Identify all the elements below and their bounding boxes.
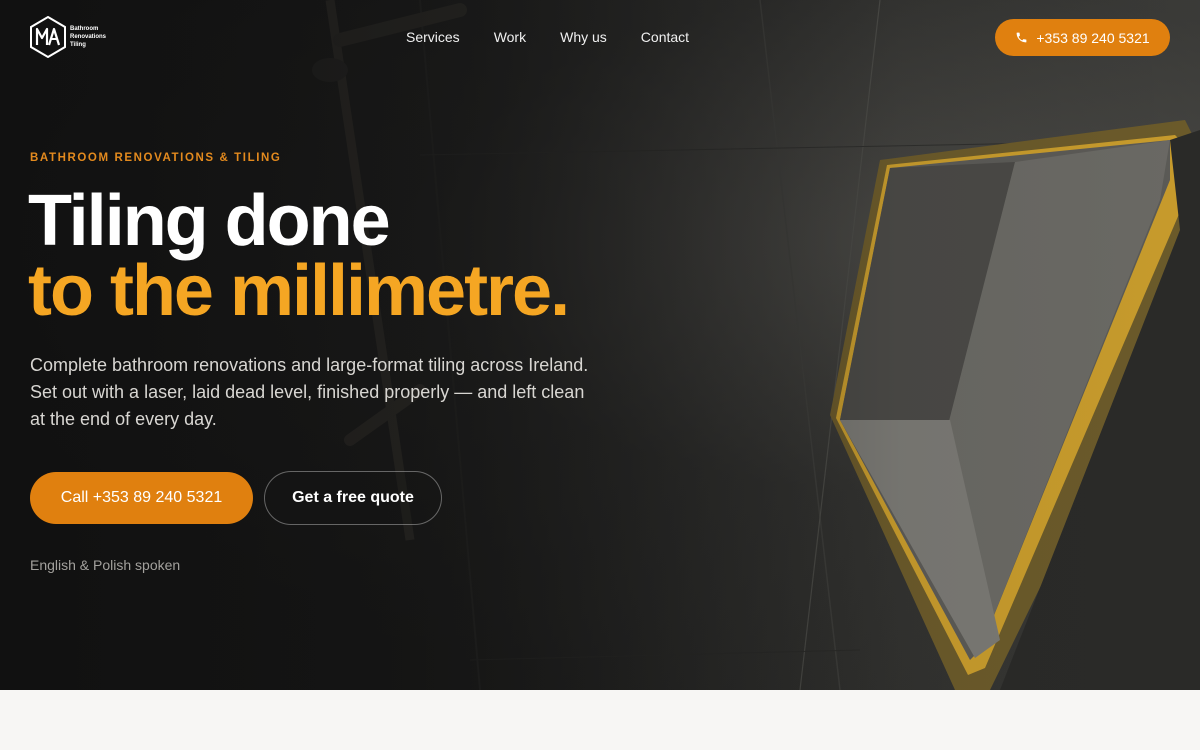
logo-line-3: Tiling bbox=[70, 42, 86, 48]
logo-hexagon-icon bbox=[30, 16, 66, 58]
hero-overlay bbox=[0, 0, 1200, 690]
hero-headline-line-2: to the millimetre. bbox=[28, 251, 570, 331]
call-button[interactable]: Call +353 89 240 5321 bbox=[30, 472, 253, 524]
header-phone-label: +353 89 240 5321 bbox=[1036, 29, 1150, 46]
nav-link-services[interactable]: Services bbox=[406, 28, 460, 46]
hero-eyebrow: BATHROOM RENOVATIONS & TILING bbox=[30, 152, 282, 164]
logo-line-2: Renovations bbox=[70, 34, 107, 40]
logo-wordmark: Bathroom Renovations Tiling bbox=[70, 25, 106, 49]
next-section bbox=[0, 690, 1200, 750]
phone-icon bbox=[1016, 32, 1027, 43]
free-quote-button[interactable]: Get a free quote bbox=[264, 471, 442, 525]
site-header: Bathroom Renovations Tiling Services Wor… bbox=[0, 0, 1200, 75]
header-phone-button[interactable]: +353 89 240 5321 bbox=[995, 19, 1170, 56]
nav-link-why-us[interactable]: Why us bbox=[560, 28, 607, 46]
site-logo[interactable]: Bathroom Renovations Tiling bbox=[30, 16, 106, 58]
languages-note: English & Polish spoken bbox=[30, 557, 181, 573]
hero-headline-line-1: Tiling done bbox=[28, 181, 391, 261]
primary-nav: Services Work Why us Contact bbox=[406, 28, 723, 46]
hero-section: Bathroom Renovations Tiling Services Wor… bbox=[0, 0, 1200, 690]
logo-line-1: Bathroom bbox=[70, 26, 99, 32]
nav-link-work[interactable]: Work bbox=[494, 28, 526, 46]
hero-description: Complete bathroom renovations and large-… bbox=[30, 355, 589, 429]
hero-headline: Tiling done to the millimetre. bbox=[28, 181, 570, 331]
nav-link-contact[interactable]: Contact bbox=[641, 28, 689, 46]
